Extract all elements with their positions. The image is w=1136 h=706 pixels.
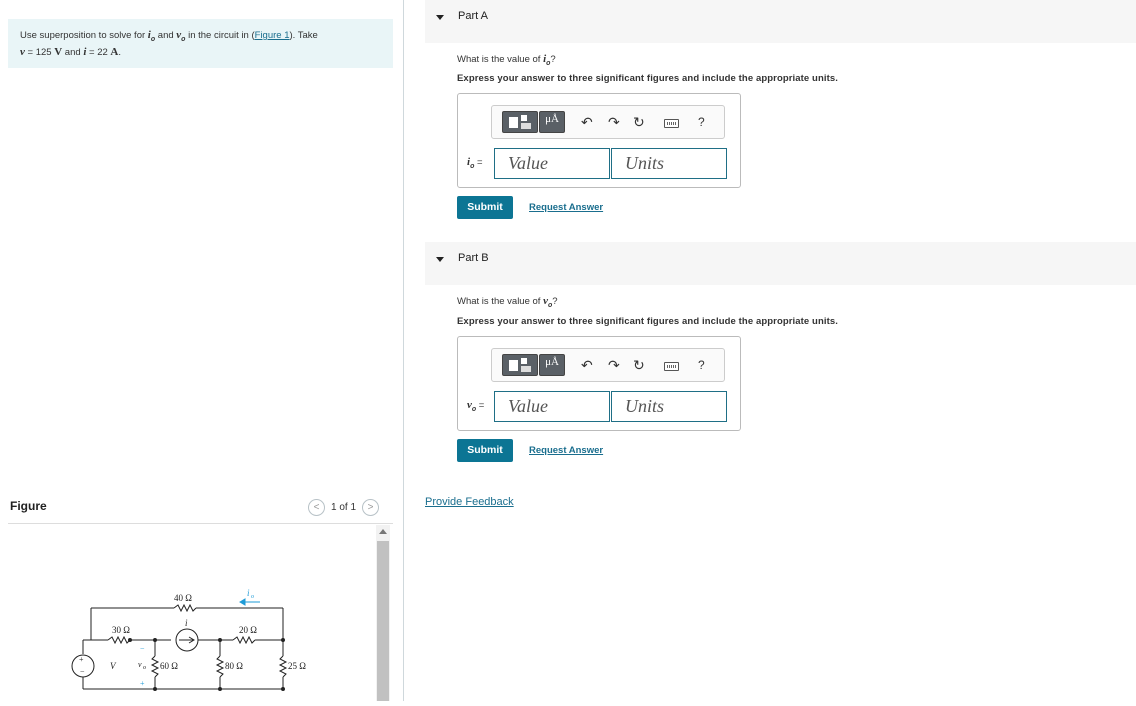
math-toolbar: μÅ ↶ ↷ ↻ ? <box>491 348 725 382</box>
collapse-triangle-icon[interactable] <box>436 257 444 262</box>
figure-link[interactable]: Figure 1 <box>255 30 290 41</box>
label-vo: v <box>138 660 142 669</box>
collapse-triangle-icon[interactable] <box>436 15 444 20</box>
request-answer-link[interactable]: Request Answer <box>529 202 603 213</box>
figure-pager: < 1 of 1 > <box>308 499 380 516</box>
help-icon[interactable]: ? <box>698 357 705 373</box>
redo-icon[interactable]: ↷ <box>608 357 620 373</box>
math-toolbar: μÅ ↶ ↷ ↻ ? <box>491 105 725 139</box>
part-a-instruction: Express your answer to three significant… <box>457 73 838 84</box>
svg-text:o: o <box>143 665 146 671</box>
reset-icon[interactable]: ↻ <box>633 357 645 373</box>
templates-button[interactable] <box>502 354 538 376</box>
figure-divider <box>8 523 393 524</box>
undo-icon[interactable]: ↶ <box>581 114 593 130</box>
part-a-label: Part A <box>458 10 488 22</box>
vo-plus: + <box>140 679 145 688</box>
source-minus: − <box>80 667 85 676</box>
label-25-ohm: 25 Ω <box>288 661 306 671</box>
figure-canvas: 40 Ω 30 Ω 20 Ω 60 Ω 80 Ω 25 Ω V i + − − … <box>8 525 376 701</box>
part-b-label: Part B <box>458 252 489 264</box>
undo-icon[interactable]: ↶ <box>581 357 593 373</box>
resistor-25 <box>278 655 288 678</box>
part-b-instruction: Express your answer to three significant… <box>457 316 838 327</box>
label-source-v: V <box>110 661 117 671</box>
part-b-question: What is the value of vo? <box>457 295 558 309</box>
resistor-60 <box>150 655 160 678</box>
value-input[interactable]: Value <box>494 148 610 179</box>
resistor-30 <box>107 635 131 645</box>
units-input[interactable]: Units <box>611 391 727 422</box>
figure-page-count: 1 of 1 <box>331 502 357 513</box>
part-a-answer-box: μÅ ↶ ↷ ↻ ? io = Value Units <box>457 93 741 188</box>
request-answer-link[interactable]: Request Answer <box>529 445 603 456</box>
io-equals-label: io = <box>467 156 483 170</box>
label-60-ohm: 60 Ω <box>160 661 178 671</box>
resistor-20 <box>232 635 256 645</box>
scroll-up-icon[interactable] <box>379 529 387 534</box>
source-plus: + <box>79 655 84 664</box>
reset-icon[interactable]: ↻ <box>633 114 645 130</box>
keyboard-icon[interactable] <box>664 362 679 371</box>
part-b-header[interactable]: Part B <box>425 242 1136 285</box>
next-figure-button[interactable]: > <box>362 499 380 516</box>
help-icon[interactable]: ? <box>698 114 705 130</box>
templates-button[interactable] <box>502 111 538 133</box>
part-a-header[interactable]: Part A <box>425 0 1136 43</box>
prev-figure-button[interactable]: < <box>308 499 325 516</box>
part-b-answer-box: μÅ ↶ ↷ ↻ ? vo = Value Units <box>457 336 741 431</box>
label-io: i <box>247 588 250 598</box>
submit-button[interactable]: Submit <box>457 439 513 462</box>
panel-divider <box>403 0 404 701</box>
label-source-i: i <box>185 618 188 628</box>
label-80-ohm: 80 Ω <box>225 661 243 671</box>
units-symbols-button[interactable]: μÅ <box>539 111 565 133</box>
svg-text:o: o <box>251 594 254 600</box>
figure-scrollbar[interactable] <box>376 525 390 701</box>
vo-equals-label: vo = <box>467 399 485 413</box>
circuit-diagram: 40 Ω 30 Ω 20 Ω 60 Ω 80 Ω 25 Ω V i + − − … <box>71 588 306 691</box>
label-30-ohm: 30 Ω <box>112 625 130 635</box>
provide-feedback-link[interactable]: Provide Feedback <box>425 496 514 508</box>
redo-icon[interactable]: ↷ <box>608 114 620 130</box>
value-input[interactable]: Value <box>494 391 610 422</box>
resistor-40 <box>173 603 197 613</box>
problem-statement: Use superposition to solve for io and vo… <box>8 19 393 68</box>
label-20-ohm: 20 Ω <box>239 625 257 635</box>
scroll-thumb[interactable] <box>377 541 389 701</box>
label-40-ohm: 40 Ω <box>174 593 192 603</box>
vo-minus: − <box>140 644 145 653</box>
keyboard-icon[interactable] <box>664 119 679 128</box>
figure-title: Figure <box>10 499 47 513</box>
resistor-80 <box>215 655 225 678</box>
part-a-question: What is the value of io? <box>457 53 556 67</box>
submit-button[interactable]: Submit <box>457 196 513 219</box>
units-input[interactable]: Units <box>611 148 727 179</box>
left-panel: Use superposition to solve for io and vo… <box>0 0 404 701</box>
units-symbols-button[interactable]: μÅ <box>539 354 565 376</box>
